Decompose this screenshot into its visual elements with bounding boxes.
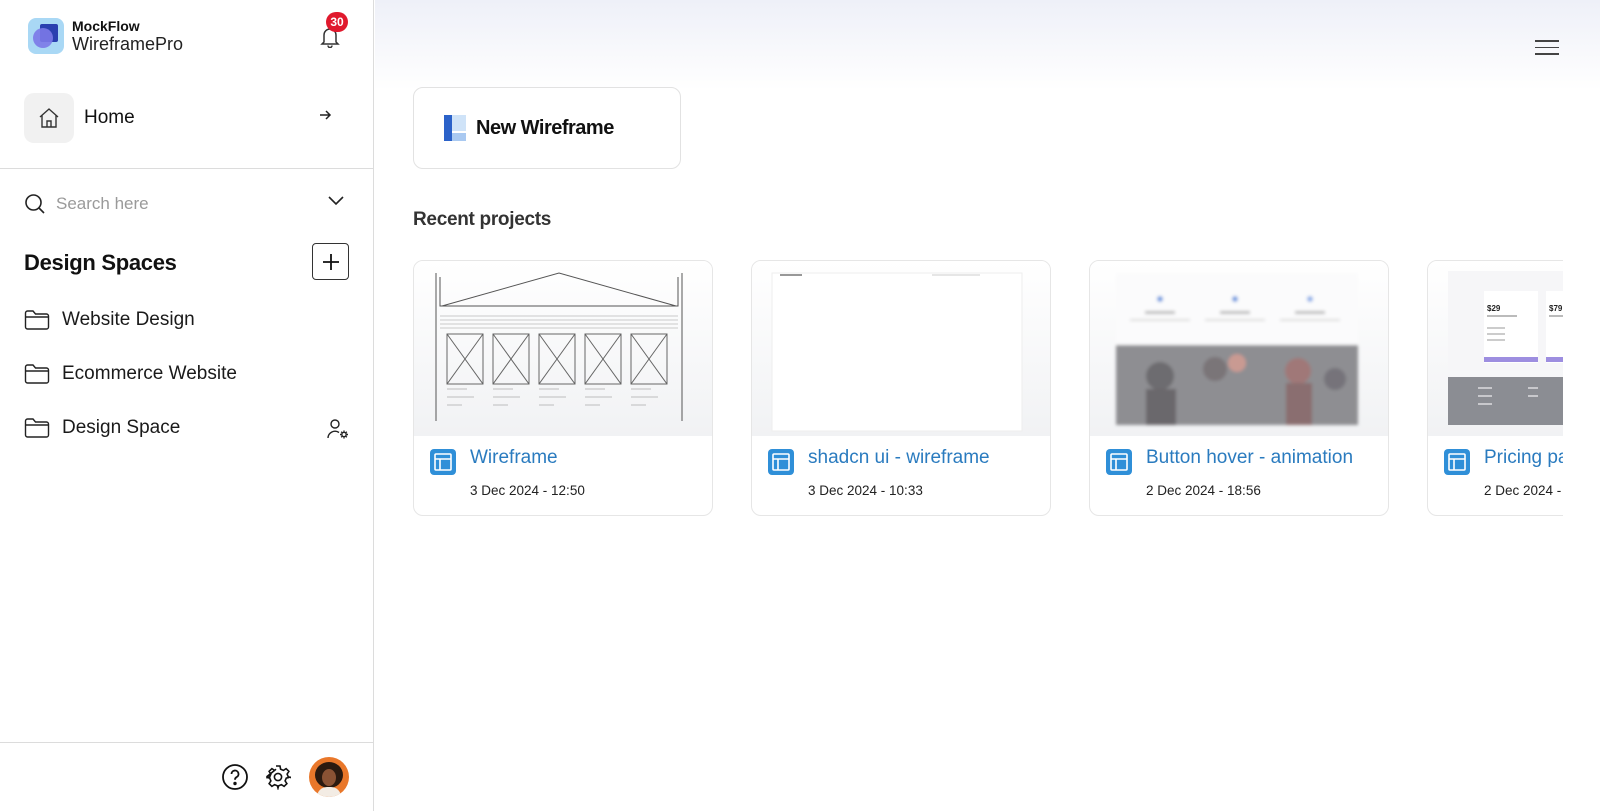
folder-icon xyxy=(24,418,50,438)
user-settings-icon[interactable] xyxy=(326,417,350,441)
plus-icon xyxy=(322,253,339,270)
brand-product: WireframePro xyxy=(72,34,184,54)
brand-company: MockFlow xyxy=(72,18,140,34)
wireframe-logo-icon xyxy=(444,115,466,141)
menu-icon[interactable] xyxy=(1535,40,1559,56)
new-wireframe-label: New Wireframe xyxy=(476,116,614,139)
project-thumbnail xyxy=(1090,261,1388,436)
project-layout-icon xyxy=(1106,449,1132,475)
project-date: 3 Dec 2024 - 12:50 xyxy=(470,483,585,498)
project-title[interactable]: Button hover - animation xyxy=(1146,447,1353,469)
search-icon xyxy=(25,194,45,214)
recent-projects-list: Wireframe 3 Dec 2024 - 12:50 shadcn ui -… xyxy=(413,260,1563,520)
sidebar-item-ecommerce-website[interactable]: Ecommerce Website xyxy=(24,359,350,389)
folder-icon xyxy=(24,364,50,384)
svg-text:$29: $29 xyxy=(1487,304,1501,313)
space-label: Website Design xyxy=(62,309,195,330)
brand-logo[interactable]: MockFlow WireframePro xyxy=(28,18,183,54)
project-layout-icon xyxy=(768,449,794,475)
help-icon[interactable] xyxy=(221,763,249,791)
space-label: Design Space xyxy=(62,417,181,438)
project-card-pricing-page[interactable]: $29 $79 Pricing p 2 Dec 2024 - xyxy=(1427,260,1563,516)
project-card-shadcn-ui-wireframe[interactable]: shadcn ui - wireframe 3 Dec 2024 - 10:33 xyxy=(751,260,1051,516)
arrow-right-icon xyxy=(320,110,332,120)
project-layout-icon xyxy=(430,449,456,475)
main-content: New Wireframe Recent projects Wireframe … xyxy=(375,0,1600,811)
add-design-space-button[interactable] xyxy=(312,243,349,280)
project-thumbnail: $29 $79 xyxy=(1428,261,1563,436)
chevron-down-icon[interactable] xyxy=(328,196,344,206)
project-thumbnail xyxy=(414,261,712,436)
project-card-button-hover-animation[interactable]: Button hover - animation 2 Dec 2024 - 18… xyxy=(1089,260,1389,516)
project-layout-icon xyxy=(1444,449,1470,475)
project-thumbnail xyxy=(752,261,1050,436)
mockflow-logo-icon xyxy=(28,18,64,54)
search-bar xyxy=(24,190,344,218)
project-date: 2 Dec 2024 - 18:56 xyxy=(1146,483,1261,498)
design-spaces-title: Design Spaces xyxy=(24,250,177,275)
sidebar-bottom-divider xyxy=(0,742,374,743)
notification-badge: 30 xyxy=(326,12,348,32)
sidebar-item-home[interactable]: Home xyxy=(24,92,350,144)
avatar[interactable] xyxy=(309,757,349,797)
sidebar-divider xyxy=(0,168,374,169)
home-label: Home xyxy=(84,107,135,128)
recent-projects-title: Recent projects xyxy=(413,209,552,230)
project-title[interactable]: Pricing page xyxy=(1484,447,1563,469)
project-date: 2 Dec 2024 - 17:05 xyxy=(1484,483,1563,498)
svg-text:$79: $79 xyxy=(1549,304,1563,313)
new-wireframe-button[interactable]: New Wireframe xyxy=(413,87,681,169)
project-card-wireframe[interactable]: Wireframe 3 Dec 2024 - 12:50 xyxy=(413,260,713,516)
project-date: 3 Dec 2024 - 10:33 xyxy=(808,483,923,498)
search-input[interactable] xyxy=(56,194,296,214)
space-label: Ecommerce Website xyxy=(62,363,237,384)
project-title[interactable]: Wireframe xyxy=(470,447,558,469)
sidebar-item-website-design[interactable]: Website Design xyxy=(24,305,350,335)
project-title[interactable]: shadcn ui - wireframe xyxy=(808,447,990,469)
sidebar: MockFlow WireframePro 30 Home Search her… xyxy=(0,0,374,811)
sidebar-item-design-space[interactable]: Design Space xyxy=(24,413,350,443)
gear-icon[interactable] xyxy=(265,764,291,790)
folder-icon xyxy=(24,310,50,330)
home-icon xyxy=(39,108,59,128)
